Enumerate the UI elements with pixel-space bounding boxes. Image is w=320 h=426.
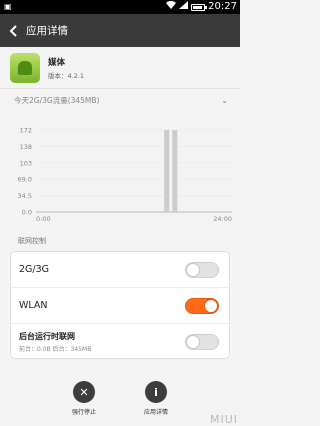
title-bar: 应用详情 — [0, 14, 240, 47]
y-tick-label: 138 — [20, 143, 32, 151]
toggle-row-2g3g[interactable]: 2G/3G — [11, 252, 229, 288]
toggle-label-2g3g: 2G/3G — [19, 264, 50, 275]
traffic-selector[interactable]: 今天2G/3G流量(345MB) ⌄ — [0, 92, 240, 108]
page-title: 应用详情 — [26, 25, 68, 37]
y-tick-label: 69.0 — [18, 176, 32, 184]
y-tick-label: 34.5 — [18, 192, 32, 200]
force-stop-label: 强行停止 — [71, 409, 96, 416]
chevron-left-icon — [9, 24, 17, 37]
status-time: 20:27 — [208, 1, 237, 12]
app-info: 媒体 版本：4.2.1 — [0, 47, 240, 89]
traffic-chart-svg: 172 138 103 69.0 34.5 0.0 0:00 24:00 — [18, 127, 232, 223]
chevron-down-icon: ⌄ — [221, 95, 228, 105]
app-details-label: 应用详情 — [143, 409, 168, 416]
traffic-label: 今天2G/3G流量(345MB) — [14, 95, 100, 105]
y-tick-label: 0.0 — [22, 209, 32, 217]
network-control-card: 2G/3G WLAN 后台运行时联网 前台：0.0B 后台：345MB — [10, 251, 230, 359]
toggle-label-wlan: WLAN — [19, 300, 48, 311]
chart-bar — [164, 130, 170, 212]
signal-icon — [179, 0, 189, 14]
toggle-background[interactable] — [185, 334, 219, 350]
status-bar: ▣ 20:27 — [0, 0, 240, 14]
x-tick-label: 0:00 — [36, 215, 51, 223]
app-details-action[interactable]: i 应用详情 — [133, 381, 179, 421]
y-tick-label: 172 — [20, 127, 32, 135]
y-tick-label: 103 — [20, 159, 32, 167]
miui-watermark: MIUI — [209, 413, 238, 426]
force-stop-action[interactable]: ✕ 强行停止 — [61, 381, 107, 421]
info-icon[interactable]: i — [145, 381, 167, 403]
app-version: 版本：4.2.1 — [48, 71, 85, 80]
wifi-icon — [166, 0, 177, 14]
android-icon — [18, 60, 32, 75]
toggle-2g3g[interactable] — [185, 261, 219, 278]
background-traffic-stats: 前台：0.0B 后台：345MB — [19, 346, 92, 353]
notification-icon: ▣ — [4, 2, 12, 11]
x-tick-label: 24:00 — [213, 215, 232, 223]
toggle-row-wlan[interactable]: WLAN — [11, 288, 229, 324]
bottom-actions: ✕ 强行停止 i 应用详情 — [0, 381, 240, 421]
app-name: 媒体 — [48, 57, 66, 68]
toggle-row-background[interactable]: 后台运行时联网 前台：0.0B 后台：345MB — [11, 324, 229, 360]
traffic-chart: 172 138 103 69.0 34.5 0.0 0:00 24:00 — [0, 120, 240, 230]
back-button[interactable] — [0, 14, 26, 47]
battery-icon — [191, 3, 208, 11]
close-icon[interactable]: ✕ — [73, 381, 95, 403]
section-label-network: 联网控制 — [18, 237, 46, 245]
toggle-label-background: 后台运行时联网 — [19, 332, 75, 341]
app-icon — [10, 52, 40, 83]
toggle-wlan[interactable] — [185, 297, 219, 314]
chart-bar — [172, 130, 178, 212]
